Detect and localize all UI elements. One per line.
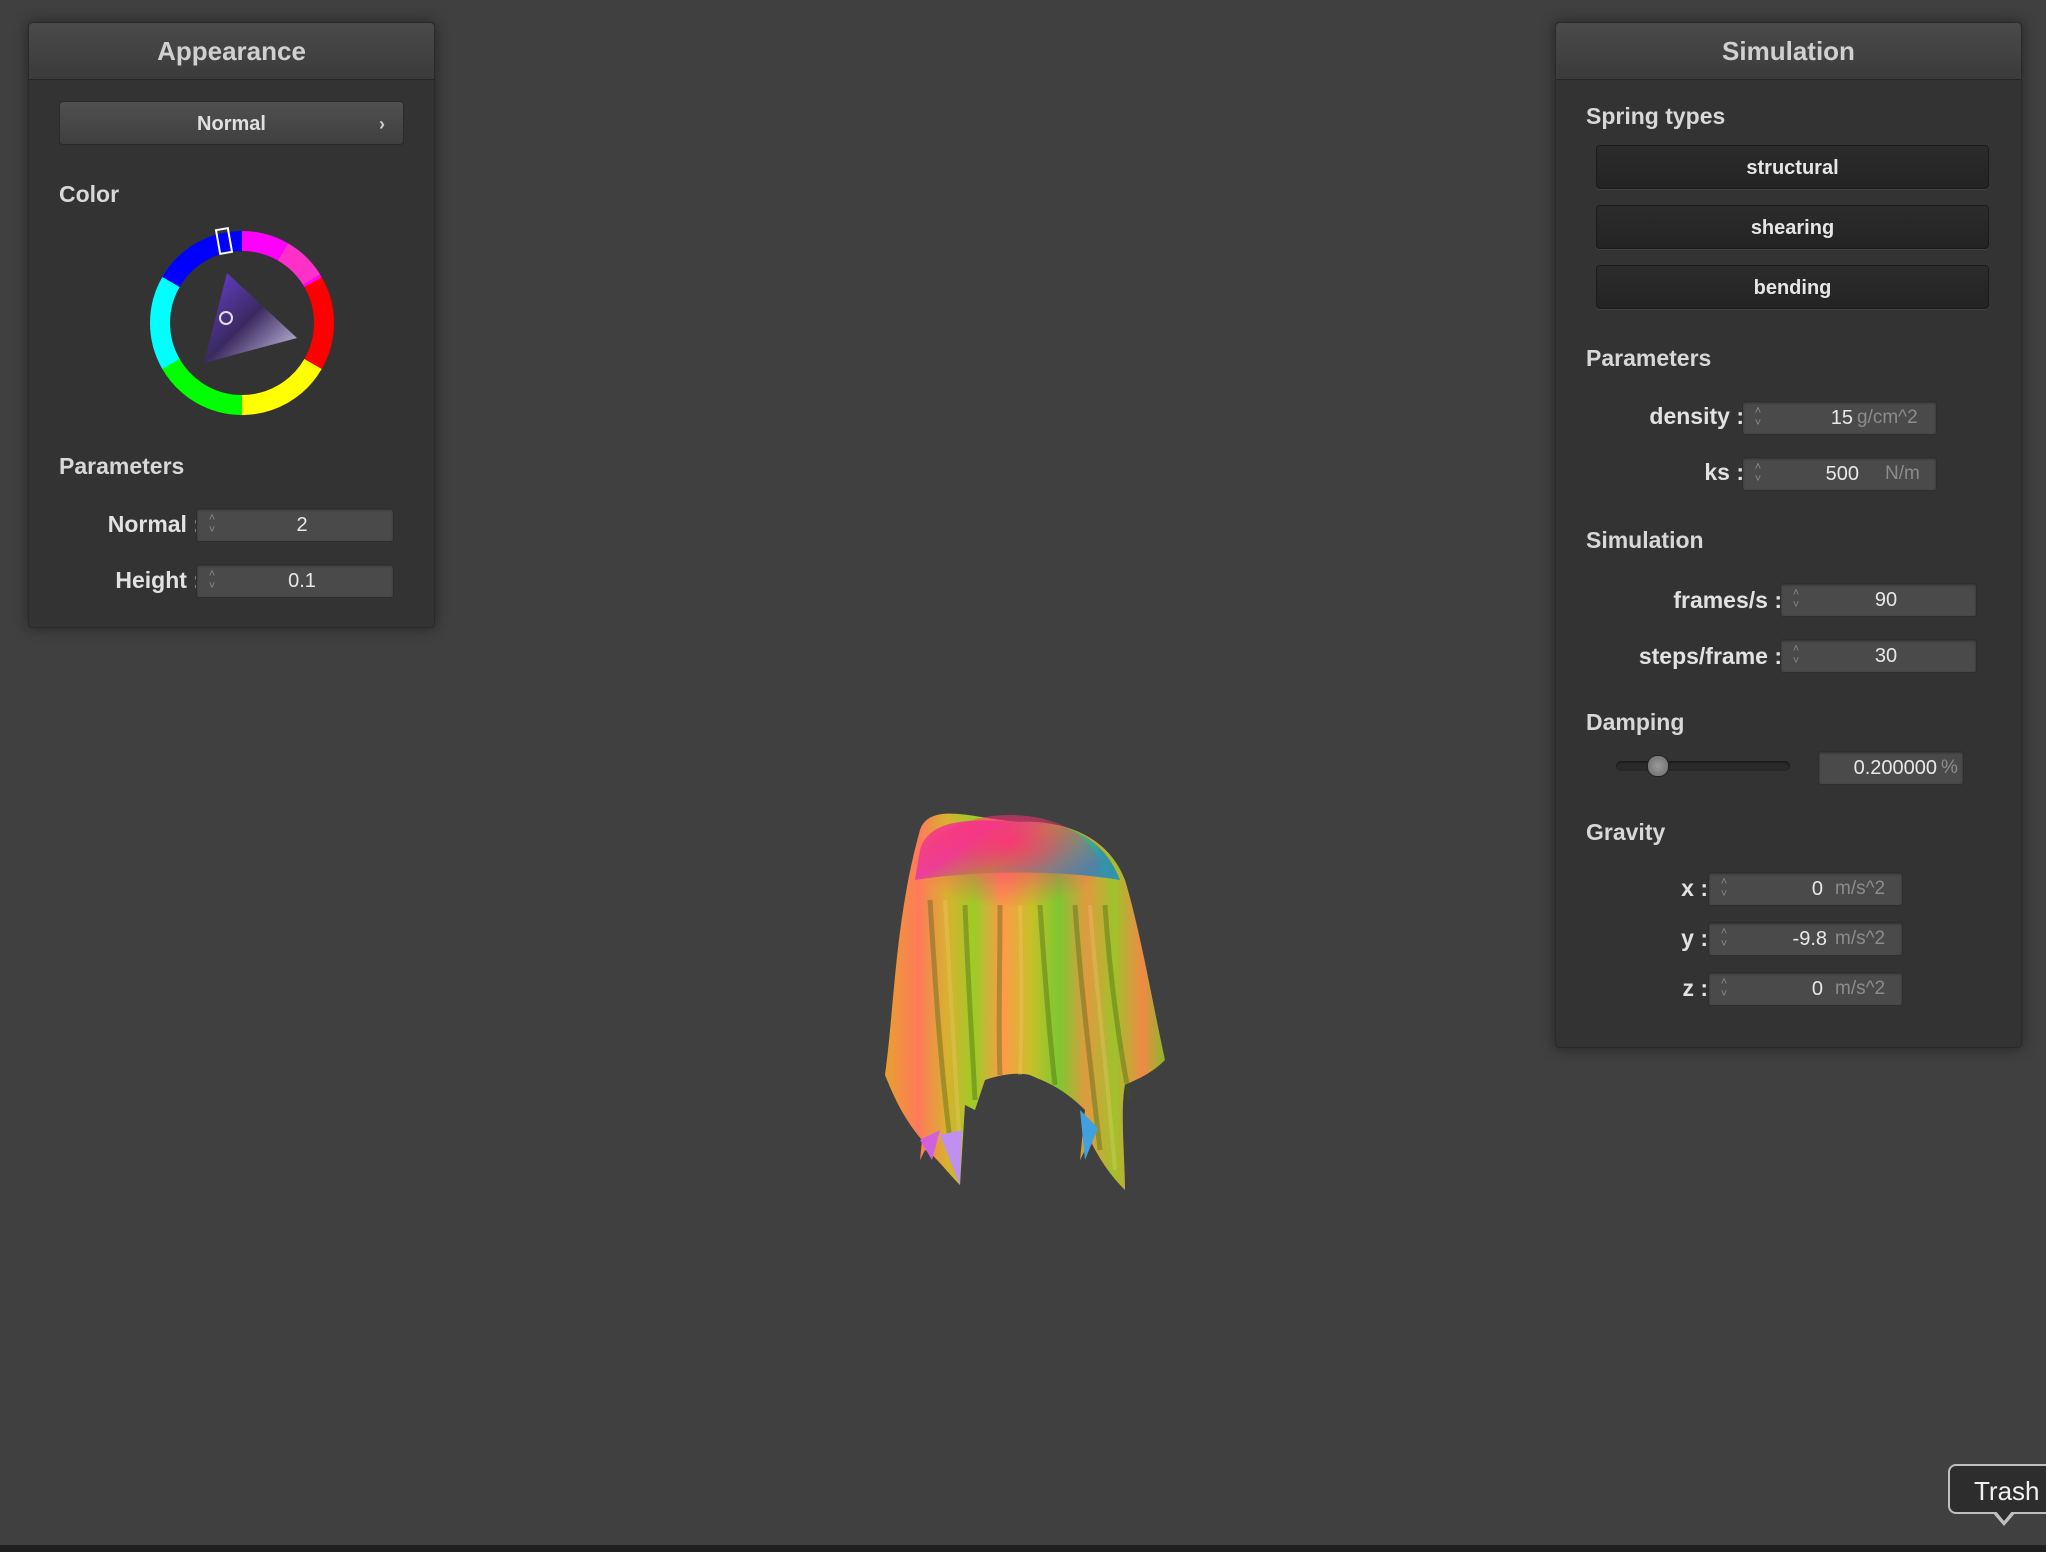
appearance-panel: Appearance Normal › Color Parameters Nor… <box>28 22 435 628</box>
spinner-arrows-icon[interactable]: ˄ ˅ <box>205 568 219 594</box>
spinner-arrows-icon[interactable]: ˄ ˅ <box>1717 876 1731 902</box>
steps-per-frame-spinbox[interactable]: ˄ ˅ 30 <box>1780 639 1977 673</box>
spinner-arrows-icon[interactable]: ˄ ˅ <box>1751 461 1765 487</box>
damping-label: Damping <box>1586 709 1685 735</box>
spring-types-label: Spring types <box>1586 103 1726 129</box>
density-label: density : <box>1649 403 1744 429</box>
appearance-panel-title[interactable]: Appearance <box>29 23 434 80</box>
simulation-panel: Simulation Spring types structural shear… <box>1555 22 2022 1048</box>
spinner-arrows-icon[interactable]: ˄ ˅ <box>205 512 219 538</box>
appearance-parameters-label: Parameters <box>59 453 185 479</box>
shading-mode-label: Normal <box>197 113 266 135</box>
chevron-right-icon: › <box>379 114 385 134</box>
fps-spinbox[interactable]: ˄ ˅ 90 <box>1780 583 1977 617</box>
window-bottom-edge <box>0 1545 2046 1552</box>
fps-value: 90 <box>1874 589 1898 611</box>
trash-tooltip: Trash <box>1948 1464 2046 1514</box>
structural-spring-toggle[interactable]: structural <box>1596 145 1989 189</box>
simulation-panel-title[interactable]: Simulation <box>1556 23 2021 80</box>
gravity-x-label: x : <box>1681 875 1708 901</box>
gravity-y-unit: m/s^2 <box>1835 928 1886 949</box>
color-wheel[interactable] <box>142 223 342 423</box>
damping-value-field[interactable]: 0.200000 % <box>1818 751 1964 785</box>
gravity-y-spinbox[interactable]: ˄ ˅ -9.8 m/s^2 <box>1708 922 1903 956</box>
damping-slider-knob[interactable] <box>1646 755 1669 777</box>
gravity-z-value: 0 <box>1811 978 1823 1000</box>
damping-value: 0.200000 <box>1853 757 1937 779</box>
steps-per-frame-value: 30 <box>1874 645 1898 667</box>
shading-mode-popup-button[interactable]: Normal › <box>59 101 404 145</box>
density-spinbox[interactable]: ˄ ˅ 15 g/cm^2 <box>1742 401 1937 435</box>
spinner-arrows-icon[interactable]: ˄ ˅ <box>1751 405 1765 431</box>
gravity-x-unit: m/s^2 <box>1835 878 1886 899</box>
gravity-y-value: -9.8 <box>1792 928 1827 950</box>
normal-label: Normal : <box>107 511 201 537</box>
tooltip-tail-inner <box>1995 1510 2013 1521</box>
density-value: 15 <box>1830 407 1853 429</box>
ks-unit: N/m <box>1885 463 1920 484</box>
structural-spring-label: structural <box>1746 157 1839 179</box>
gravity-label: Gravity <box>1586 819 1666 845</box>
height-label: Height : <box>115 567 201 593</box>
shearing-spring-label: shearing <box>1750 217 1835 239</box>
trash-tooltip-text: Trash <box>1974 1476 2040 1506</box>
gravity-x-spinbox[interactable]: ˄ ˅ 0 m/s^2 <box>1708 872 1903 906</box>
ks-value: 500 <box>1825 463 1859 485</box>
gravity-y-label: y : <box>1681 925 1708 951</box>
shearing-spring-toggle[interactable]: shearing <box>1596 205 1989 249</box>
gravity-z-spinbox[interactable]: ˄ ˅ 0 m/s^2 <box>1708 972 1903 1006</box>
simulation-section-label: Simulation <box>1586 527 1704 553</box>
damping-slider-track[interactable] <box>1616 761 1790 771</box>
steps-per-frame-label: steps/frame : <box>1638 643 1782 669</box>
damping-unit: % <box>1941 757 1958 778</box>
spinner-arrows-icon[interactable]: ˄ ˅ <box>1789 643 1803 669</box>
spinner-arrows-icon[interactable]: ˄ ˅ <box>1717 926 1731 952</box>
bending-spring-label: bending <box>1753 277 1832 299</box>
bending-spring-toggle[interactable]: bending <box>1596 265 1989 309</box>
height-value: 0.1 <box>288 570 316 592</box>
density-unit: g/cm^2 <box>1857 407 1918 428</box>
height-spinbox[interactable]: ˄ ˅ 0.1 <box>196 564 394 598</box>
color-section-label: Color <box>59 181 120 207</box>
simulation-parameters-label: Parameters <box>1586 345 1712 371</box>
fps-label: frames/s : <box>1673 587 1782 613</box>
gravity-z-unit: m/s^2 <box>1835 978 1886 999</box>
spinner-arrows-icon[interactable]: ˄ ˅ <box>1717 976 1731 1002</box>
ks-spinbox[interactable]: ˄ ˅ 500 N/m <box>1742 457 1937 491</box>
normal-value: 2 <box>296 514 308 536</box>
3d-viewport[interactable]: Appearance Normal › Color Parameters Nor… <box>0 0 2046 1552</box>
normal-spinbox[interactable]: ˄ ˅ 2 <box>196 508 394 542</box>
gravity-x-value: 0 <box>1811 878 1823 900</box>
spinner-arrows-icon[interactable]: ˄ ˅ <box>1789 587 1803 613</box>
ks-label: ks : <box>1704 459 1744 485</box>
gravity-z-label: z : <box>1682 975 1708 1001</box>
